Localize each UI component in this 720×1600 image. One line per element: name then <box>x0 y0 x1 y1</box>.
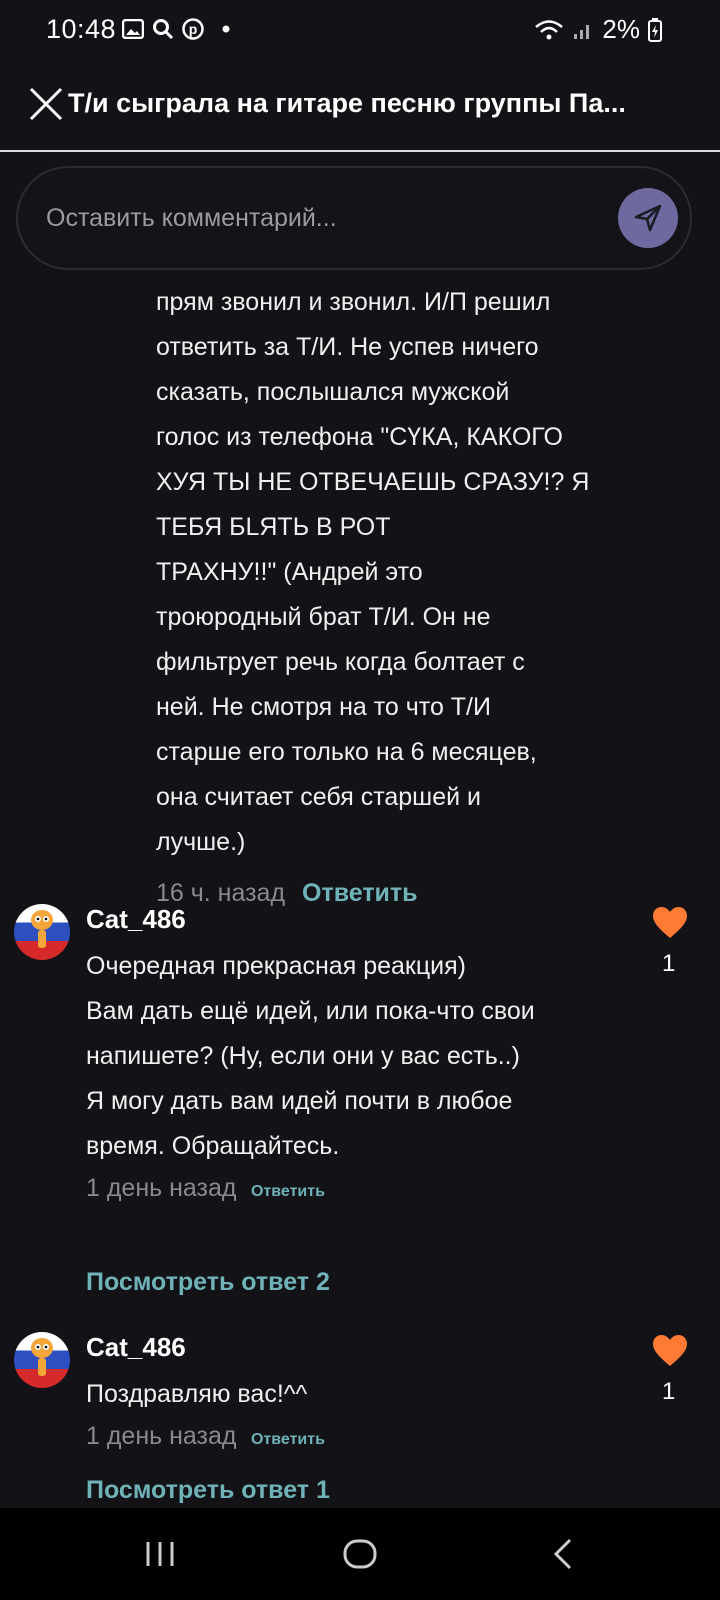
status-time: 10:48 <box>46 14 117 44</box>
search-icon <box>153 19 174 40</box>
page-title: Т/и сыграла на гитаре песню группы Па... <box>68 88 626 118</box>
pinterest-icon: p <box>182 18 204 40</box>
send-button[interactable] <box>618 188 678 248</box>
comment-username[interactable]: Cat_486 <box>86 904 186 935</box>
recent-apps-icon[interactable] <box>142 1536 178 1572</box>
comments-list[interactable]: прям звонил и звонил. И/П решил ответить… <box>0 152 720 1508</box>
cat-avatar-icon <box>31 1338 53 1376</box>
reply-item: прям звонил и звонил. И/П решил ответить… <box>156 280 616 916</box>
battery-charging-icon <box>648 17 662 42</box>
comment-item: Cat_486 Очередная прекрасная реакция) Ва… <box>0 904 720 1204</box>
like-count: 1 <box>662 950 676 977</box>
reply-button[interactable]: Ответить <box>302 879 418 907</box>
comment-item: Cat_486 Поздравляю вас!^^ 1 день назад О… <box>0 1332 720 1462</box>
send-icon <box>634 204 662 232</box>
comment-timestamp: 1 день назад <box>86 1174 237 1202</box>
reply-timestamp: 16 ч. назад <box>156 879 286 907</box>
home-icon[interactable] <box>342 1536 378 1572</box>
avatar[interactable] <box>14 904 70 960</box>
reply-text: прям звонил и звонил. И/П решил ответить… <box>156 288 590 856</box>
status-bar: 10:48 p 2% <box>0 0 720 64</box>
cat-avatar-icon <box>31 910 53 948</box>
avatar[interactable] <box>14 1332 70 1388</box>
comment-timestamp: 1 день назад <box>86 1422 237 1450</box>
navigation-bar <box>0 1508 720 1600</box>
signal-icon <box>574 24 590 39</box>
comment-username[interactable]: Cat_486 <box>86 1332 186 1363</box>
notification-icons: p <box>122 18 234 40</box>
back-icon[interactable] <box>546 1536 582 1572</box>
system-status: 2% <box>534 14 662 45</box>
like-count: 1 <box>662 1378 676 1405</box>
comment-input[interactable]: Оставить комментарий... <box>46 204 337 233</box>
comment-input-bar: Оставить комментарий... <box>16 166 692 270</box>
svg-text:p: p <box>189 21 198 37</box>
battery-level: 2% <box>602 14 640 44</box>
heart-icon[interactable] <box>652 906 688 940</box>
gallery-icon <box>122 19 144 39</box>
comment-text: Поздравляю вас!^^ <box>86 1380 308 1408</box>
heart-icon[interactable] <box>652 1334 688 1368</box>
view-replies-link[interactable]: Посмотреть ответ 2 <box>86 1268 330 1297</box>
reply-button[interactable]: Ответить <box>251 1431 325 1448</box>
comment-text: Очередная прекрасная реакция) Вам дать е… <box>86 952 535 1160</box>
close-icon[interactable] <box>28 86 64 122</box>
reply-button[interactable]: Ответить <box>251 1183 325 1200</box>
wifi-icon <box>535 19 564 39</box>
dot-icon <box>222 25 230 33</box>
story-header: Т/и сыграла на гитаре песню группы Па... <box>0 72 720 152</box>
view-replies-link[interactable]: Посмотреть ответ 1 <box>86 1476 330 1505</box>
